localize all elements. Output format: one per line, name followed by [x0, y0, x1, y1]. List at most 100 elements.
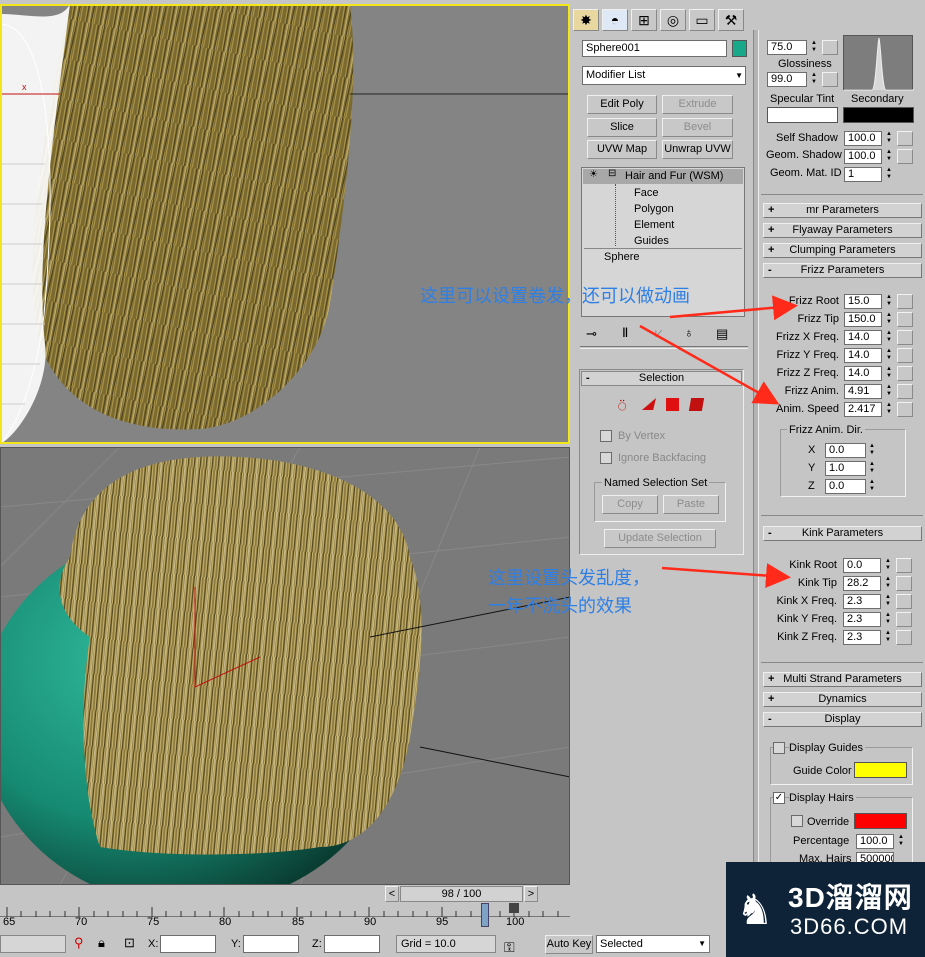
clumping-parameters-rollout[interactable]: + Clumping Parameters: [763, 243, 922, 258]
specular-map-button[interactable]: [822, 40, 838, 55]
self-shadow-spinner[interactable]: ▲ ▼: [884, 131, 894, 146]
anim-speed-map-button[interactable]: [897, 402, 913, 417]
frizz-anim-map-button[interactable]: [897, 384, 913, 399]
frizz-dir-z-spinner[interactable]: ▲ ▼: [867, 479, 877, 494]
glossiness-map-button[interactable]: [822, 72, 838, 87]
edit-poly-button[interactable]: Edit Poly: [587, 95, 657, 114]
edge-select-icon[interactable]: [642, 398, 656, 410]
glossiness-spinner[interactable]: ▲ ▼: [809, 72, 819, 87]
prev-frame-button[interactable]: <: [385, 886, 399, 902]
face-select-icon[interactable]: [666, 398, 679, 411]
kink-x-freq-field[interactable]: 2.3: [843, 594, 881, 609]
stack-item-polygon[interactable]: Polygon: [634, 202, 674, 216]
self-shadow-field[interactable]: 100.0: [844, 131, 882, 146]
modifier-list-dropdown[interactable]: Modifier List ▼: [582, 66, 746, 85]
current-frame-marker[interactable]: [481, 903, 489, 927]
stack-item-guides[interactable]: Guides: [634, 234, 669, 248]
z-coord-field[interactable]: [324, 935, 380, 953]
kink-z-freq-spinner[interactable]: ▲ ▼: [883, 630, 893, 645]
frizz-x-freq-map-button[interactable]: [897, 330, 913, 345]
next-frame-button[interactable]: >: [524, 886, 538, 902]
flyaway-parameters-rollout[interactable]: + Flyaway Parameters: [763, 223, 922, 238]
timeline-ruler[interactable]: [0, 903, 570, 927]
stack-item-face[interactable]: Face: [634, 186, 658, 200]
frizz-parameters-rollout[interactable]: - Frizz Parameters: [763, 263, 922, 278]
object-color-swatch[interactable]: [732, 40, 747, 57]
frizz-root-spinner[interactable]: ▲ ▼: [884, 294, 894, 309]
kink-root-map-button[interactable]: [896, 558, 912, 573]
selection-rollout-header[interactable]: - Selection: [581, 371, 742, 386]
set-key-icon[interactable]: ⚿: [504, 939, 515, 956]
kink-x-freq-map-button[interactable]: [896, 594, 912, 609]
kink-z-freq-map-button[interactable]: [896, 630, 912, 645]
show-end-result-icon[interactable]: Ⅱ: [622, 325, 628, 341]
anim-speed-field[interactable]: 2.417: [844, 402, 882, 417]
object-name-field[interactable]: Sphere001: [582, 40, 727, 57]
frizz-dir-y-field[interactable]: 1.0: [825, 461, 866, 476]
frame-slider[interactable]: 98 / 100: [400, 886, 523, 902]
frizz-z-freq-field[interactable]: 14.0: [844, 366, 882, 381]
modify-tab-icon[interactable]: ◓: [602, 9, 628, 31]
frizz-z-freq-map-button[interactable]: [897, 366, 913, 381]
remove-modifier-icon[interactable]: ♁: [684, 325, 694, 340]
geom-shadow-field[interactable]: 100.0: [844, 149, 882, 164]
multi-strand-parameters-rollout[interactable]: + Multi Strand Parameters: [763, 672, 922, 687]
frizz-root-map-button[interactable]: [897, 294, 913, 309]
frizz-tip-spinner[interactable]: ▲ ▼: [884, 312, 894, 327]
kink-x-freq-spinner[interactable]: ▲ ▼: [883, 594, 893, 609]
frizz-tip-map-button[interactable]: [897, 312, 913, 327]
kink-root-spinner[interactable]: ▲ ▼: [883, 558, 893, 573]
override-color-swatch[interactable]: [854, 813, 907, 829]
geom-shadow-map-button[interactable]: [897, 149, 913, 164]
stack-item-hair-and-fur[interactable]: ☀ ⊟ Hair and Fur (WSM): [583, 168, 743, 184]
y-coord-field[interactable]: [243, 935, 299, 953]
hierarchy-tab-icon[interactable]: ⊞: [631, 9, 657, 31]
display-hairs-checkbox[interactable]: ✓: [773, 792, 785, 804]
specular-field[interactable]: 75.0: [767, 40, 807, 55]
absolute-mode-icon[interactable]: ⊡: [124, 935, 135, 951]
key-filter-dropdown[interactable]: Selected ▼: [596, 935, 710, 953]
frizz-dir-x-spinner[interactable]: ▲ ▼: [867, 443, 877, 458]
geom-mat-id-spinner[interactable]: ▲ ▼: [884, 167, 894, 182]
kink-parameters-rollout[interactable]: - Kink Parameters: [763, 526, 922, 541]
frizz-root-field[interactable]: 15.0: [844, 294, 882, 309]
frizz-tip-field[interactable]: 150.0: [844, 312, 882, 327]
stack-item-element[interactable]: Element: [634, 218, 674, 232]
specular-tint-swatch[interactable]: [767, 107, 838, 123]
selection-lock-icon[interactable]: ⚲: [74, 935, 84, 951]
override-checkbox[interactable]: [791, 815, 803, 827]
utilities-hammer-icon[interactable]: ⚒: [718, 9, 744, 31]
frizz-x-freq-spinner[interactable]: ▲ ▼: [884, 330, 894, 345]
frizz-y-freq-map-button[interactable]: [897, 348, 913, 363]
x-coord-field[interactable]: [160, 935, 216, 953]
kink-tip-field[interactable]: 28.2: [843, 576, 881, 591]
auto-key-button[interactable]: Auto Key: [545, 935, 593, 954]
guide-color-swatch[interactable]: [854, 762, 907, 778]
frizz-dir-z-field[interactable]: 0.0: [825, 479, 866, 494]
anim-speed-spinner[interactable]: ▲ ▼: [884, 402, 894, 417]
frizz-anim-field[interactable]: 4.91: [844, 384, 882, 399]
create-tab-icon[interactable]: ✸: [573, 9, 599, 31]
by-vertex-checkbox[interactable]: [600, 430, 612, 442]
panel-scrollbar[interactable]: [753, 30, 759, 955]
display-guides-checkbox[interactable]: [773, 742, 785, 754]
frizz-anim-spinner[interactable]: ▲ ▼: [884, 384, 894, 399]
kink-tip-map-button[interactable]: [896, 576, 912, 591]
perspective-viewport[interactable]: [0, 447, 570, 885]
self-shadow-map-button[interactable]: [897, 131, 913, 146]
kink-tip-spinner[interactable]: ▲ ▼: [883, 576, 893, 591]
geom-mat-id-field[interactable]: 1: [844, 167, 882, 182]
element-select-icon[interactable]: [688, 398, 705, 411]
unwrap-uvw-button[interactable]: Unwrap UVW: [662, 140, 733, 159]
motion-tab-icon[interactable]: ◎: [660, 9, 686, 31]
display-tab-icon[interactable]: ▭: [689, 9, 715, 31]
slice-button[interactable]: Slice: [587, 118, 657, 137]
make-unique-icon[interactable]: ⩗: [655, 325, 662, 341]
configure-modifier-sets-icon[interactable]: ▤: [716, 326, 728, 342]
kink-y-freq-field[interactable]: 2.3: [843, 612, 881, 627]
stack-item-sphere[interactable]: Sphere: [604, 250, 639, 264]
lightbulb-icon[interactable]: ☀: [589, 169, 598, 180]
kink-root-field[interactable]: 0.0: [843, 558, 881, 573]
pin-stack-icon[interactable]: ⊸: [586, 326, 597, 342]
glossiness-field[interactable]: 99.0: [767, 72, 807, 87]
